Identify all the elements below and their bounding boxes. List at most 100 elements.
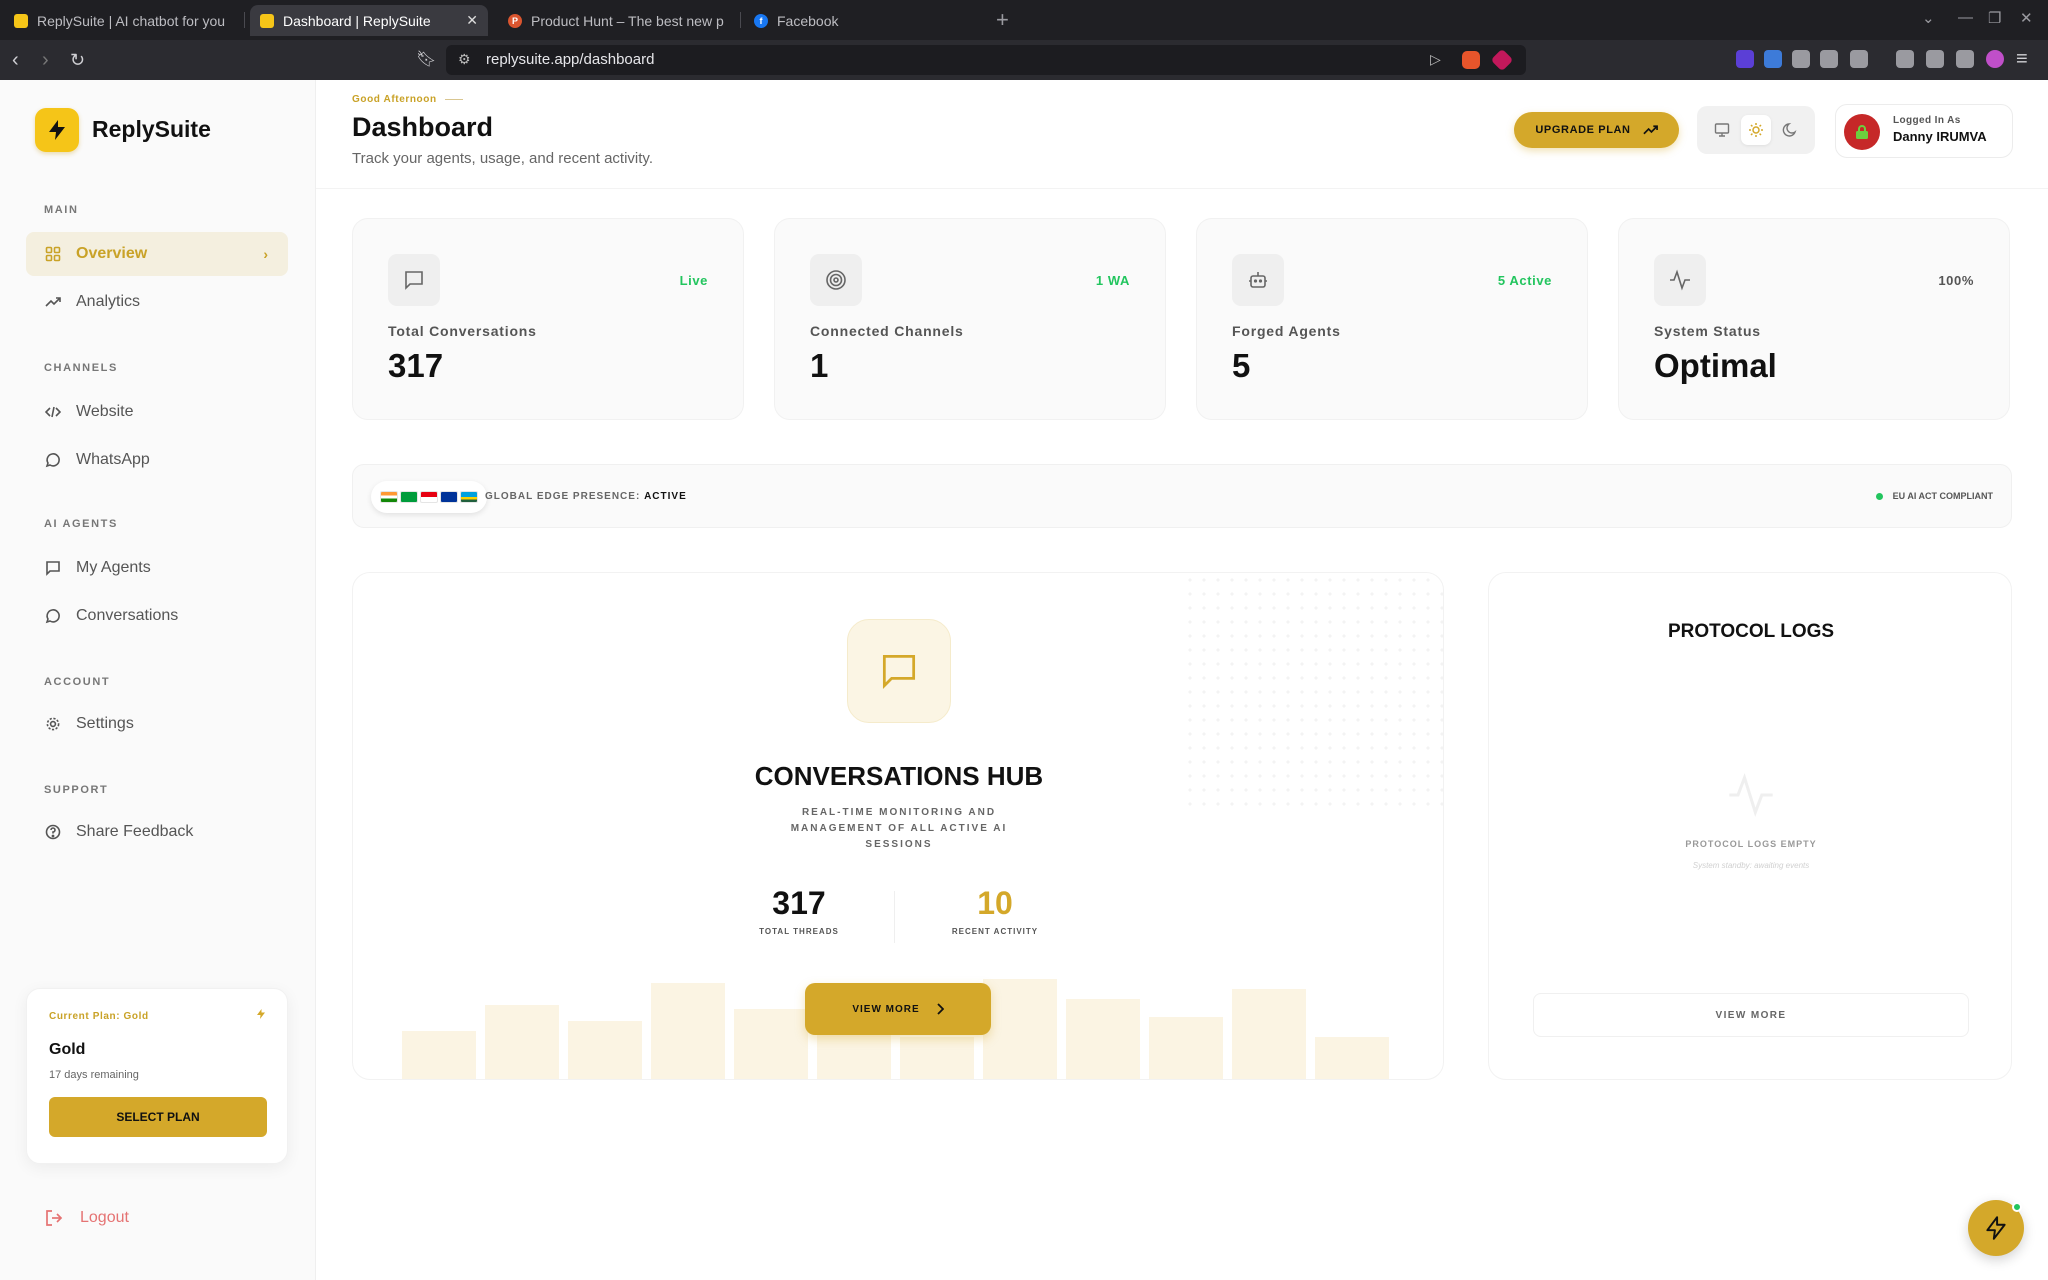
- sun-icon[interactable]: [1741, 115, 1771, 145]
- section-main: MAIN: [44, 204, 79, 216]
- stat-card-total-conversations: Live Total Conversations 317: [352, 218, 744, 420]
- extension-icon[interactable]: [1736, 50, 1754, 68]
- brave-rewards-icon[interactable]: [1490, 48, 1514, 72]
- upgrade-plan-button[interactable]: UPGRADE PLAN: [1514, 112, 1679, 148]
- site-settings-icon[interactable]: ⚙︎: [458, 51, 471, 68]
- browser-tab[interactable]: P Product Hunt – The best new p: [498, 5, 734, 36]
- browser-tab[interactable]: ReplySuite | AI chatbot for you: [4, 5, 240, 36]
- view-more-conversations-button[interactable]: VIEW MORE: [805, 983, 991, 1035]
- chat-icon: [388, 254, 440, 306]
- status-badge: 1 WA: [1095, 273, 1130, 288]
- maximize-icon[interactable]: ❐: [1988, 9, 2001, 27]
- status-dot: [1875, 492, 1883, 500]
- stat-card-system-status: 100% System Status Optimal: [1618, 218, 2010, 420]
- protocol-logs-card: PROTOCOL LOGS PROTOCOL LOGS EMPTY System…: [1488, 572, 2012, 1080]
- robot-icon: [1232, 254, 1284, 306]
- message-circle-icon: [44, 607, 62, 625]
- new-tab-button[interactable]: +: [996, 7, 1009, 33]
- camera-icon[interactable]: [1792, 50, 1810, 68]
- activity-bar: [983, 979, 1057, 1079]
- minimize-icon[interactable]: —: [1958, 9, 1973, 26]
- theme-switcher: [1697, 106, 1815, 154]
- assistant-fab-button[interactable]: [1968, 1200, 2024, 1256]
- logout-icon: [44, 1208, 64, 1228]
- profile-icon[interactable]: [1986, 50, 2004, 68]
- trend-up-icon: [1642, 124, 1658, 136]
- sidebar-item-settings[interactable]: Settings: [26, 702, 288, 746]
- close-window-icon[interactable]: ✕: [2020, 9, 2033, 27]
- monitor-icon[interactable]: [1707, 115, 1737, 145]
- flag-indonesia-icon: [420, 491, 438, 503]
- wallet-icon[interactable]: [1926, 50, 1944, 68]
- flag-eu-icon: [440, 491, 458, 503]
- status-badge: 100%: [1938, 273, 1974, 288]
- sidebar-item-website[interactable]: Website: [26, 390, 288, 434]
- flag-rwanda-icon: [460, 491, 478, 503]
- stat-value: 1: [810, 347, 829, 384]
- chat-icon: [847, 619, 951, 723]
- facebook-icon: f: [754, 13, 768, 28]
- target-icon: [810, 254, 862, 306]
- user-menu[interactable]: Logged In As Danny IRUMVA: [1835, 104, 2013, 158]
- recent-activity-label: RECENT ACTIVITY: [951, 927, 1039, 936]
- grid-icon: [44, 245, 62, 263]
- share-icon[interactable]: ▷: [1430, 51, 1441, 68]
- trend-icon: [44, 293, 62, 311]
- stat-label: Connected Channels: [810, 323, 964, 339]
- logout-button[interactable]: Logout: [44, 1208, 129, 1228]
- total-threads-value: 317: [772, 885, 826, 921]
- sidebar-item-analytics[interactable]: Analytics: [26, 280, 288, 324]
- flag-india-icon: [380, 491, 398, 503]
- chevron-right-icon: [936, 1003, 944, 1015]
- flag-group: [371, 481, 487, 513]
- url-field[interactable]: ⚙︎ replysuite.app/dashboard ▷: [446, 45, 1526, 75]
- logo-icon[interactable]: [35, 108, 79, 152]
- sidebar-item-conversations[interactable]: Conversations: [26, 594, 288, 638]
- sidebar-item-my-agents[interactable]: My Agents: [26, 546, 288, 590]
- ai-icon[interactable]: [1956, 50, 1974, 68]
- plan-label: Current Plan: Gold: [49, 1011, 149, 1022]
- brand-name[interactable]: ReplySuite: [92, 116, 211, 143]
- activity-bar: [485, 1005, 559, 1079]
- reload-icon[interactable]: ↻: [70, 49, 85, 71]
- conversations-hub-card: CONVERSATIONS HUB REAL-TIME MONITORING A…: [352, 572, 1444, 1080]
- menu-icon[interactable]: ≡: [2016, 48, 2028, 70]
- code-icon: [44, 403, 62, 421]
- online-indicator: [2012, 1202, 2022, 1212]
- stat-label: Total Conversations: [388, 323, 537, 339]
- flag-brazil-icon: [400, 491, 418, 503]
- sidebar-item-share-feedback[interactable]: Share Feedback: [26, 810, 288, 854]
- close-tab-icon[interactable]: ✕: [466, 12, 478, 29]
- activity-bar: [651, 983, 725, 1079]
- select-plan-button[interactable]: SELECT PLAN: [49, 1097, 267, 1137]
- activity-bar: [1315, 1037, 1389, 1079]
- extension-icon[interactable]: [1764, 50, 1782, 68]
- hub-subtitle: REAL-TIME MONITORING AND MANAGEMENT OF A…: [790, 807, 1008, 850]
- sidebar-item-overview[interactable]: Overview ›: [26, 232, 288, 276]
- bookmark-icon[interactable]: 🔖︎: [416, 49, 436, 71]
- moon-icon[interactable]: [1775, 115, 1805, 145]
- media-icon[interactable]: [1850, 50, 1868, 68]
- favicon-icon: [14, 13, 28, 28]
- sidebar-item-whatsapp[interactable]: WhatsApp: [26, 438, 288, 482]
- page-subtitle: Track your agents, usage, and recent act…: [352, 150, 653, 167]
- bolt-icon: [255, 1007, 267, 1026]
- activity-bar: [1066, 999, 1140, 1079]
- user-name: Danny IRUMVA: [1893, 129, 1987, 144]
- total-threads-label: TOTAL THREADS: [759, 927, 839, 936]
- activity-icon: [1654, 254, 1706, 306]
- help-circle-icon: [44, 823, 62, 841]
- forward-icon[interactable]: ›: [42, 49, 49, 71]
- brave-shield-icon[interactable]: [1462, 51, 1480, 69]
- stat-label: Forged Agents: [1232, 323, 1341, 339]
- back-icon[interactable]: ‹: [12, 49, 19, 71]
- view-more-logs-button[interactable]: VIEW MORE: [1533, 993, 1969, 1037]
- browser-tab[interactable]: f Facebook: [744, 5, 980, 36]
- puzzle-icon[interactable]: [1820, 50, 1838, 68]
- logs-empty-text: PROTOCOL LOGS EMPTY: [1685, 839, 1817, 849]
- browser-tab-active[interactable]: Dashboard | ReplySuite ✕: [250, 5, 488, 36]
- tab-list-icon[interactable]: ⌄: [1922, 9, 1935, 27]
- sidebar-toggle-icon[interactable]: [1896, 50, 1914, 68]
- logs-standby-text: System standby: awaiting events: [1692, 861, 1810, 870]
- sidebar: ReplySuite MAIN Overview › Analytics CHA…: [0, 80, 316, 1280]
